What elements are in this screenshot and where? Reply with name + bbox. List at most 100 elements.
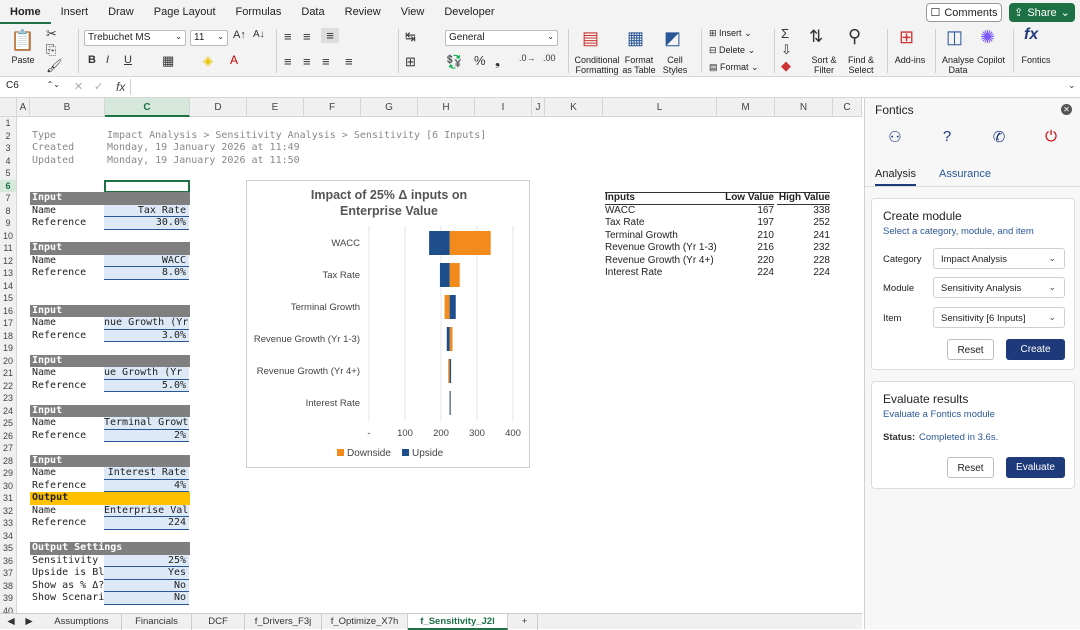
prev-sheet-icon[interactable]: ◀ bbox=[4, 614, 18, 630]
row-header-25[interactable]: 25 bbox=[0, 417, 17, 430]
input-reference-cell[interactable]: 4% bbox=[104, 479, 189, 492]
sort-filter-button[interactable]: Sort & Filter bbox=[806, 55, 842, 75]
help-icon[interactable]: ? bbox=[938, 128, 956, 146]
analyse-data-icon[interactable]: ◫ bbox=[946, 27, 963, 48]
bold-icon[interactable]: B bbox=[88, 54, 96, 66]
increase-font-icon[interactable]: A↑ bbox=[233, 29, 246, 41]
sheet-tab-f-drivers-f3j[interactable]: f_Drivers_F3j bbox=[245, 614, 322, 630]
setting-value[interactable]: No bbox=[104, 579, 189, 592]
selected-cell-c6[interactable] bbox=[104, 179, 190, 193]
row-header-30[interactable]: 30 bbox=[0, 479, 17, 492]
decrease-font-icon[interactable]: A↓ bbox=[253, 29, 265, 40]
row-header-36[interactable]: 36 bbox=[0, 554, 17, 567]
user-settings-icon[interactable]: ⚇ bbox=[886, 128, 904, 146]
ribbon-tab-developer[interactable]: Developer bbox=[434, 0, 504, 24]
row-header-21[interactable]: 21 bbox=[0, 367, 17, 380]
add-sheet-icon[interactable]: + bbox=[512, 614, 538, 630]
underline-icon[interactable]: U bbox=[124, 54, 132, 66]
column-header-m[interactable]: M bbox=[717, 98, 775, 117]
conditional-formatting-button[interactable]: Conditional Formatting bbox=[573, 55, 621, 75]
row-header-37[interactable]: 37 bbox=[0, 567, 17, 580]
increase-decimal-icon[interactable]: .0→ bbox=[519, 53, 536, 63]
fill-icon[interactable]: ⇩ bbox=[781, 42, 792, 58]
format-painter-icon[interactable]: 🖌 bbox=[46, 58, 63, 74]
sort-filter-icon[interactable]: ⇅ bbox=[809, 27, 823, 47]
align-left-icon[interactable]: ≡ bbox=[284, 54, 292, 69]
phone-icon[interactable]: ✆ bbox=[990, 128, 1008, 146]
row-header-15[interactable]: 15 bbox=[0, 292, 17, 305]
autosum-icon[interactable]: Σ bbox=[781, 26, 789, 41]
font-name-select[interactable]: Trebuchet MS ⌄ bbox=[84, 30, 186, 46]
column-header-n[interactable]: N bbox=[775, 98, 833, 117]
category-select[interactable]: Impact Analysis ⌄ bbox=[933, 248, 1065, 269]
sheet-tab-financials[interactable]: Financials bbox=[122, 614, 192, 630]
row-header-9[interactable]: 9 bbox=[0, 217, 17, 230]
column-header-g[interactable]: G bbox=[361, 98, 418, 117]
column-header-a[interactable]: A bbox=[17, 98, 30, 117]
copilot-icon[interactable]: ✺ bbox=[980, 27, 995, 48]
share-button[interactable]: ⇪ Share ⌄ bbox=[1009, 3, 1075, 22]
setting-value[interactable]: Yes bbox=[104, 567, 189, 580]
addins-icon[interactable]: ⊞ bbox=[899, 27, 914, 48]
input-reference-cell[interactable]: 2% bbox=[104, 429, 189, 442]
justify-icon[interactable]: ≡ bbox=[345, 54, 353, 69]
number-format-select[interactable]: General ⌄ bbox=[445, 30, 558, 46]
name-box[interactable]: C6 ⌃⌄ bbox=[4, 80, 62, 95]
input-name-cell[interactable]: Tax Rate bbox=[104, 204, 189, 217]
row-header-34[interactable]: 34 bbox=[0, 529, 17, 542]
row-header-28[interactable]: 28 bbox=[0, 454, 17, 467]
row-header-39[interactable]: 39 bbox=[0, 592, 17, 605]
power-icon[interactable]: ⏻ bbox=[1042, 128, 1060, 146]
ribbon-tab-review[interactable]: Review bbox=[335, 0, 391, 24]
input-name-cell[interactable]: Terminal Growth bbox=[104, 417, 189, 430]
row-header-32[interactable]: 32 bbox=[0, 504, 17, 517]
close-icon[interactable]: ✕ bbox=[1061, 104, 1072, 115]
module-select[interactable]: Sensitivity Analysis ⌄ bbox=[933, 277, 1065, 298]
row-header-14[interactable]: 14 bbox=[0, 279, 17, 292]
input-name-cell[interactable]: ue Growth (Yr 1-3) bbox=[104, 367, 189, 380]
sheet-tab-assumptions[interactable]: Assumptions bbox=[42, 614, 122, 630]
cell-styles-icon[interactable]: ◩ bbox=[664, 28, 681, 49]
format-as-table-icon[interactable]: ▦ bbox=[627, 28, 644, 49]
input-reference-cell[interactable]: 30.0% bbox=[104, 217, 189, 230]
align-center-icon[interactable]: ≡ bbox=[303, 54, 311, 69]
borders-icon[interactable]: ▦ bbox=[162, 53, 174, 69]
tab-analysis[interactable]: Analysis bbox=[875, 168, 916, 186]
enter-icon[interactable]: ✓ bbox=[94, 80, 103, 93]
input-name-cell[interactable]: Interest Rate bbox=[104, 467, 189, 480]
addins-button[interactable]: Add-ins bbox=[893, 55, 927, 65]
row-header-16[interactable]: 16 bbox=[0, 304, 17, 317]
align-right-icon[interactable]: ≡ bbox=[322, 54, 330, 69]
row-header-11[interactable]: 11 bbox=[0, 242, 17, 255]
row-header-35[interactable]: 35 bbox=[0, 542, 17, 555]
format-as-table-button[interactable]: Format as Table bbox=[621, 55, 657, 75]
row-header-18[interactable]: 18 bbox=[0, 329, 17, 342]
row-header-2[interactable]: 2 bbox=[0, 129, 17, 142]
next-sheet-icon[interactable]: ▶ bbox=[22, 614, 36, 630]
fx-icon[interactable]: fx bbox=[116, 80, 125, 94]
input-reference-cell[interactable]: 5.0% bbox=[104, 379, 189, 392]
select-all[interactable] bbox=[0, 98, 17, 117]
input-name-cell[interactable]: WACC bbox=[104, 254, 189, 267]
row-header-24[interactable]: 24 bbox=[0, 404, 17, 417]
row-header-22[interactable]: 22 bbox=[0, 379, 17, 392]
setting-value[interactable]: 25% bbox=[104, 554, 189, 567]
column-header-e[interactable]: E bbox=[247, 98, 304, 117]
expand-formula-icon[interactable]: ⌄ bbox=[1068, 80, 1076, 91]
ribbon-tab-view[interactable]: View bbox=[391, 0, 435, 24]
item-select[interactable]: Sensitivity [6 Inputs] ⌄ bbox=[933, 307, 1065, 328]
copilot-button[interactable]: Copilot bbox=[974, 55, 1008, 65]
output-name-cell[interactable]: Enterprise Value bbox=[104, 504, 189, 517]
row-header-38[interactable]: 38 bbox=[0, 579, 17, 592]
column-header-j[interactable]: J bbox=[532, 98, 545, 117]
row-header-29[interactable]: 29 bbox=[0, 467, 17, 480]
percent-icon[interactable]: % bbox=[474, 53, 486, 68]
cell-styles-button[interactable]: Cell Styles bbox=[659, 55, 691, 75]
fontics-icon[interactable]: fx bbox=[1024, 26, 1038, 44]
italic-icon[interactable]: I bbox=[106, 54, 109, 66]
font-size-select[interactable]: 11 ⌄ bbox=[190, 30, 228, 46]
insert-cells-button[interactable]: ⊞ Insert ⌄ bbox=[709, 28, 752, 38]
setting-value[interactable]: No bbox=[104, 592, 189, 605]
row-header-3[interactable]: 3 bbox=[0, 142, 17, 155]
currency-icon[interactable]: 💱 bbox=[446, 54, 462, 70]
